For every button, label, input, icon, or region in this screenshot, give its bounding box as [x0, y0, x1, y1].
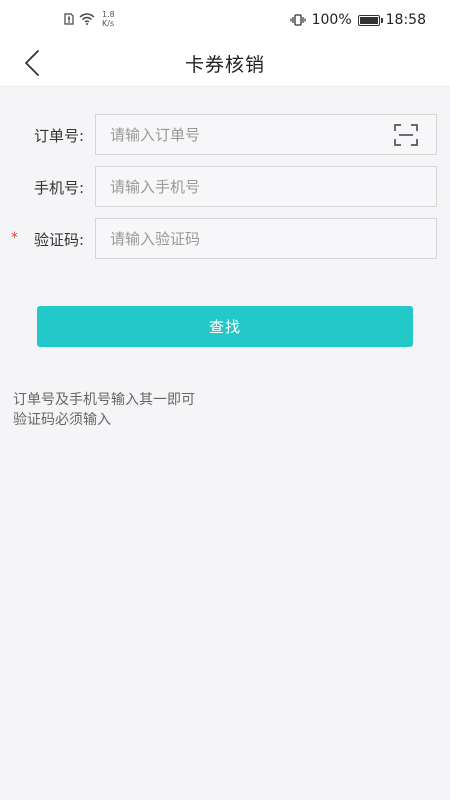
sim-icon	[64, 13, 74, 25]
nav-bar: 卡券核销	[0, 40, 450, 87]
order-number-field	[95, 114, 437, 155]
scan-icon[interactable]	[394, 123, 418, 146]
phone-field	[95, 166, 437, 207]
verification-code-input[interactable]	[108, 228, 424, 249]
verification-code-field	[95, 218, 437, 259]
order-number-label: 订单号:	[33, 127, 84, 145]
network-speed: 1.8 K/s	[102, 10, 115, 28]
battery-level	[359, 16, 378, 24]
search-button[interactable]: 查找	[37, 306, 413, 347]
hint-line-1: 订单号及手机号输入其一即可	[13, 392, 195, 408]
hint-text: 订单号及手机号输入其一即可 验证码必须输入	[13, 390, 195, 430]
hint-line-2: 验证码必须输入	[13, 412, 111, 428]
required-mark: *	[11, 230, 18, 246]
order-number-row: 订单号:	[0, 114, 450, 156]
verification-code-row: * 验证码:	[0, 218, 450, 260]
phone-row: 手机号:	[0, 166, 450, 208]
battery-percent: 100%	[311, 12, 352, 28]
network-speed-value: 1.8	[102, 10, 115, 19]
verification-code-label: 验证码:	[33, 231, 84, 249]
status-left: 1.8 K/s	[64, 10, 115, 28]
status-bar: 1.8 K/s 100% 18:58	[0, 0, 450, 40]
phone-label: 手机号:	[33, 179, 84, 197]
order-number-input[interactable]	[108, 124, 394, 145]
phone-input[interactable]	[108, 176, 424, 197]
page-title: 卡券核销	[184, 54, 265, 76]
status-right: 100% 18:58	[290, 12, 426, 28]
network-speed-unit: K/s	[102, 19, 115, 28]
vibrate-icon	[290, 14, 306, 26]
status-time: 18:58	[385, 12, 426, 28]
battery-icon	[357, 14, 383, 26]
wifi-icon	[79, 13, 95, 25]
